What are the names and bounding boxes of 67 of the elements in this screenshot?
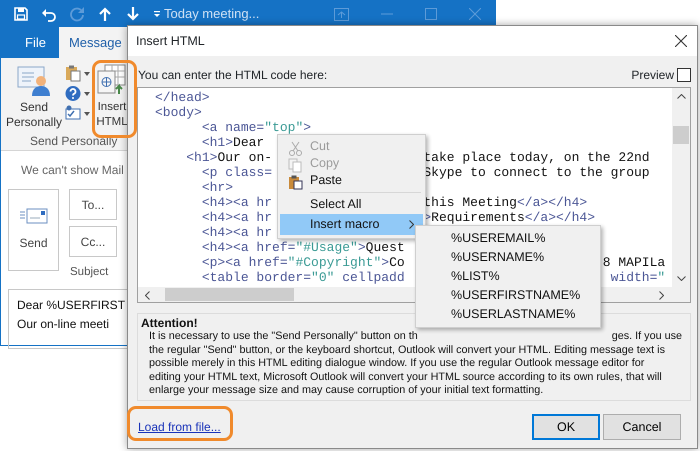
code-text: </head>: [155, 90, 210, 105]
caret-icon[interactable]: [84, 72, 90, 76]
scrollbar-thumb[interactable]: [165, 288, 294, 301]
clipboard-icon[interactable]: [65, 65, 81, 82]
menu-item[interactable]: Insert macro: [280, 214, 423, 235]
cc-button[interactable]: Cc...: [69, 226, 117, 257]
scroll-right-icon[interactable]: [659, 291, 664, 300]
code-text: <h1>Our on-: [185, 150, 272, 165]
attention-text: ges. If you use: [612, 330, 682, 344]
body-text-line: Dear %USERFIRST: [17, 297, 126, 314]
scroll-down-icon[interactable]: [677, 276, 686, 281]
vertical-scrollbar[interactable]: [672, 88, 690, 287]
code-text: <p><a href="#Copyright">Co: [200, 255, 405, 270]
scroll-left-icon[interactable]: [145, 291, 150, 300]
ok-button[interactable]: OK: [532, 414, 600, 440]
cancel-button[interactable]: Cancel: [603, 414, 681, 440]
caret-icon[interactable]: [84, 92, 90, 96]
envelope-icon: [20, 208, 48, 224]
info-bar-text: We can't show Mail: [20, 162, 124, 179]
menu-item[interactable]: %LIST%: [418, 267, 598, 286]
to-button[interactable]: To...: [69, 189, 117, 220]
card-person-icon: [17, 64, 51, 96]
up-arrow-icon[interactable]: [97, 6, 113, 22]
menu-item[interactable]: %USERNAME%: [418, 248, 598, 267]
subject-label: Subject: [69, 265, 108, 280]
checklist-icon[interactable]: [65, 105, 81, 122]
send-button[interactable]: Send: [8, 189, 59, 271]
code-text: <a name="top">: [200, 120, 312, 135]
down-arrow-icon[interactable]: [125, 6, 141, 22]
help-icon[interactable]: [65, 85, 81, 102]
caret-icon[interactable]: [84, 112, 90, 116]
code-text: 8 MAPILa: [602, 255, 666, 270]
attention-text: It is necessary to use the "Send Personally" button on th: [149, 330, 418, 344]
paste-icon: [288, 175, 303, 190]
code-text: <hr>: [200, 180, 234, 195]
preview-checkbox[interactable]: [677, 68, 691, 82]
menu-item[interactable]: Paste: [280, 172, 423, 189]
menu-item[interactable]: Select All: [280, 196, 423, 213]
customize-caret-icon[interactable]: [153, 10, 161, 18]
attention-text: the regular "Send" button, or the keyboard shortcut, Outlook will convert your HTML. Editing message text is possible merely in this HTML editing dialogue window. If you use the regular Outlook message editor for editing your HTML text, Microsoft Outlook will convert your HTML source according to its own rules, that will enlarge your message size and may cause corruption of your initial text formatting.: [148, 344, 666, 398]
window-title: Today meeting...: [164, 5, 260, 24]
code-text: <p class=: [200, 165, 272, 180]
close-icon[interactable]: [675, 35, 687, 48]
scroll-up-icon[interactable]: [677, 94, 686, 99]
save-icon[interactable]: [13, 6, 29, 22]
scissors-icon: [288, 141, 303, 156]
ribbon-tab[interactable]: File: [15, 26, 56, 58]
preview-label: Preview: [631, 67, 674, 84]
prompt-label: You can enter the HTML code here:: [138, 67, 328, 84]
code-text: <h4><a href="#Usage">Quest: [200, 240, 405, 255]
copy-icon: [288, 158, 303, 173]
code-text: <table border="0" cellpadd: [200, 270, 405, 285]
code-text: <h4><a hr: [200, 210, 272, 225]
dialog-title: Insert HTML: [135, 32, 205, 50]
body-text-line: Our on-line meeti: [17, 316, 110, 334]
code-text: <body>: [155, 105, 202, 120]
scrollbar-thumb[interactable]: [673, 126, 689, 144]
menu-item[interactable]: %USERLASTNAME%: [418, 305, 598, 324]
code-text: <h4><a hr: [200, 225, 272, 240]
code-text: width=": [610, 270, 666, 285]
group-label: Send Personally: [29, 133, 118, 150]
menu-item[interactable]: %USERFIRSTNAME%: [418, 286, 598, 305]
attention-title: Attention!: [141, 317, 198, 330]
code-text: <h4><a hr: [200, 195, 272, 210]
send-personally-button[interactable]: Send Personally: [3, 64, 65, 130]
load-from-file-link[interactable]: Load from file...: [138, 418, 221, 436]
code-text: <h1>Dear: [200, 135, 264, 150]
